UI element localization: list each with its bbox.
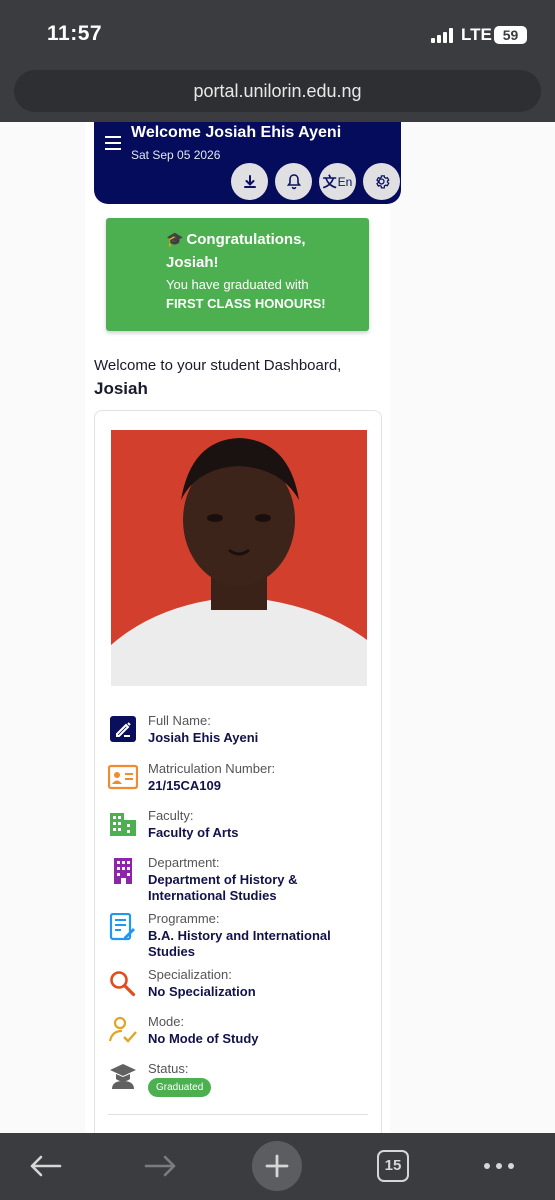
status-bar: 11:57 LTE 59 (0, 0, 555, 64)
magnifier-icon (110, 971, 136, 997)
field-value: Department of History & International St… (148, 872, 298, 903)
tab-count: 15 (377, 1150, 409, 1182)
network-type: LTE (461, 25, 492, 44)
download-icon (243, 174, 256, 188)
congrats-line-3: You have graduated with (166, 277, 309, 292)
new-tab-button[interactable] (252, 1141, 302, 1191)
welcome-name: Josiah (94, 379, 148, 398)
congrats-line-2: Josiah! (166, 254, 219, 271)
field-value: Faculty of Arts (148, 825, 239, 840)
hamburger-menu-icon[interactable] (105, 136, 121, 150)
back-arrow-icon (30, 1155, 62, 1177)
field-value: No Specialization (148, 984, 256, 999)
signal-icon (431, 27, 455, 43)
clock: 11:57 (47, 22, 103, 45)
congrats-line-1: Congratulations, (186, 231, 306, 248)
gear-icon (376, 175, 390, 189)
office-building-icon (114, 858, 132, 884)
field-label: Programme: (148, 911, 220, 926)
field-label: Matriculation Number: (148, 761, 276, 776)
edit-icon (110, 716, 136, 742)
field-value: No Mode of Study (148, 1031, 259, 1046)
header-date: Sat Sep 05 2026 (131, 148, 221, 162)
graduate-icon (110, 1064, 136, 1089)
settings-button[interactable] (363, 163, 400, 200)
browser-toolbar: portal.unilorin.edu.ng (0, 64, 555, 122)
battery-icon: 59 (494, 26, 527, 44)
graduation-banner: 🎓 Congratulations, Josiah! You have gradu… (106, 218, 369, 331)
field-label: Status: (148, 1061, 189, 1076)
user-check-icon (108, 1016, 137, 1043)
field-label: Department: (148, 855, 220, 870)
field-label: Specialization: (148, 967, 232, 982)
translate-icon: 文 (322, 173, 337, 190)
id-card-icon (108, 764, 138, 790)
browser-bottom-toolbar: 15 (0, 1133, 555, 1200)
web-page: Welcome Josiah Ehis Ayeni Sat Sep 05 202… (0, 122, 555, 1133)
download-button[interactable] (231, 163, 268, 200)
status-badge: Graduated (148, 1078, 212, 1097)
welcome-text: Welcome to your student Dashboard, (94, 357, 342, 374)
field-label: Full Name: (148, 713, 211, 728)
forward-button[interactable] (136, 1141, 186, 1191)
plus-icon (265, 1154, 289, 1178)
language-label: En (337, 174, 353, 189)
graduation-cap-icon: 🎓 (166, 231, 184, 247)
divider (108, 1114, 368, 1115)
field-value: 21/15CA109 (148, 778, 221, 793)
honours-text: FIRST CLASS HONOURS! (166, 296, 326, 311)
dashboard-header: Welcome Josiah Ehis Ayeni Sat Sep 05 202… (94, 122, 401, 204)
field-label: Faculty: (148, 808, 194, 823)
more-button[interactable] (474, 1141, 524, 1191)
document-edit-icon (109, 913, 135, 941)
header-title: Welcome Josiah Ehis Ayeni (131, 124, 342, 141)
bell-icon (286, 174, 301, 190)
forward-arrow-icon (144, 1155, 176, 1177)
address-bar[interactable]: portal.unilorin.edu.ng (14, 70, 541, 112)
tabs-button[interactable]: 15 (368, 1141, 418, 1191)
language-button[interactable]: 文 En (319, 163, 356, 200)
profile-photo (111, 430, 367, 686)
building-icon (110, 813, 136, 836)
more-dots-icon (484, 1163, 514, 1169)
back-button[interactable] (20, 1141, 70, 1191)
notifications-button[interactable] (275, 163, 312, 200)
field-label: Mode: (148, 1014, 185, 1029)
field-value: B.A. History and International Studies (148, 928, 331, 959)
field-value: Josiah Ehis Ayeni (148, 730, 259, 745)
